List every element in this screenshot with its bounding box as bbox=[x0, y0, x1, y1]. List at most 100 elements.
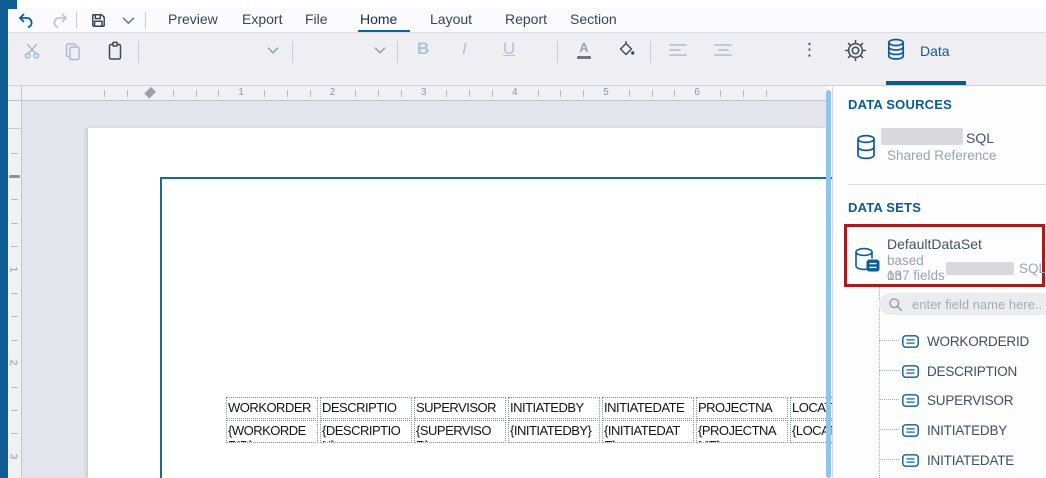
table-data-cell[interactable]: {PROJECTNAME} bbox=[696, 420, 788, 443]
align-left-button[interactable] bbox=[669, 44, 687, 56]
search-input[interactable] bbox=[910, 296, 1044, 313]
redacted-source-name bbox=[881, 128, 963, 145]
tab-home[interactable]: Home bbox=[360, 11, 397, 27]
source-name-suffix: SQL bbox=[966, 130, 994, 146]
align-center-button[interactable] bbox=[714, 44, 732, 56]
fill-color-button[interactable] bbox=[615, 39, 637, 60]
field-label: SUPERVISOR bbox=[927, 393, 1013, 408]
dataset-field-count: 137 fields bbox=[887, 268, 945, 283]
design-canvas[interactable]: WORKORDERID DESCRIPTION SUPERVISOR INITI… bbox=[22, 101, 826, 478]
table-data-cell[interactable]: {SUPERVISOR} bbox=[414, 420, 506, 443]
field-search-box[interactable] bbox=[879, 293, 1046, 315]
font-color-swatch bbox=[577, 56, 591, 60]
bold-button[interactable]: B bbox=[417, 39, 429, 59]
table-header-cell[interactable]: PROJECTNAME bbox=[696, 397, 788, 419]
left-edge-strip bbox=[0, 0, 8, 478]
dataset-name[interactable]: DefaultDataSet bbox=[887, 236, 982, 252]
more-options-button[interactable]: ⋮ bbox=[801, 40, 818, 60]
toolbar-divider bbox=[557, 41, 558, 63]
tab-section[interactable]: Section bbox=[570, 11, 617, 27]
data-sets-header: DATA SETS bbox=[848, 200, 921, 215]
tab-file[interactable]: File bbox=[305, 11, 328, 27]
dataset-icon bbox=[853, 246, 880, 274]
font-family-select[interactable] bbox=[150, 38, 285, 68]
menu-divider bbox=[145, 12, 146, 29]
align-left-icon bbox=[669, 44, 687, 46]
data-panel: DATA SOURCES SQL Shared Reference DATA S… bbox=[832, 86, 1046, 478]
field-icon bbox=[902, 394, 919, 407]
font-size-select[interactable] bbox=[304, 38, 394, 68]
vertical-scrollbar[interactable] bbox=[826, 90, 831, 478]
field-label: WORKORDERID bbox=[927, 334, 1029, 349]
paste-button[interactable] bbox=[105, 40, 125, 61]
paint-bucket-icon bbox=[616, 40, 637, 59]
paste-icon bbox=[106, 41, 124, 61]
settings-button[interactable] bbox=[843, 38, 867, 62]
format-toolbar: B I U A ⋮ bbox=[8, 33, 1046, 86]
tab-layout[interactable]: Layout bbox=[430, 11, 472, 27]
field-item[interactable]: SUPERVISOR bbox=[879, 385, 1046, 415]
save-button[interactable] bbox=[88, 11, 108, 29]
undo-button[interactable] bbox=[15, 12, 35, 29]
copy-button[interactable] bbox=[63, 41, 83, 61]
horizontal-ruler: 123456 bbox=[22, 86, 826, 101]
tab-report[interactable]: Report bbox=[505, 11, 547, 27]
report-designer-app: Preview Export File Home Layout Report S… bbox=[0, 0, 1046, 478]
table-header-cell[interactable]: SUPERVISOR bbox=[414, 397, 506, 419]
left-edge-strip-top bbox=[0, 0, 17, 9]
toolbar-divider bbox=[292, 41, 293, 63]
redo-button[interactable] bbox=[50, 12, 70, 29]
field-label: DESCRIPTION bbox=[927, 364, 1017, 379]
field-item[interactable]: INITIATEDBY bbox=[879, 415, 1046, 445]
toolbar-divider bbox=[650, 41, 651, 63]
align-center-icon bbox=[714, 44, 732, 46]
table-header-cell[interactable]: WORKORDERID bbox=[226, 397, 318, 419]
v-ruler-origin-marker[interactable] bbox=[9, 175, 20, 179]
table-data-cell[interactable]: {INITIATEDATE} bbox=[602, 420, 694, 443]
panel-divider bbox=[848, 184, 1046, 185]
cut-button[interactable] bbox=[22, 41, 42, 61]
save-dropdown-button[interactable] bbox=[120, 16, 136, 26]
italic-button[interactable]: I bbox=[462, 39, 467, 59]
source-subtitle: Shared Reference bbox=[887, 148, 997, 163]
field-item[interactable]: DESCRIPTION bbox=[879, 356, 1046, 386]
scissors-icon bbox=[23, 42, 41, 60]
search-icon bbox=[888, 297, 903, 312]
field-icon bbox=[902, 454, 919, 467]
redacted-dataset-source bbox=[946, 262, 1014, 275]
report-page[interactable]: WORKORDERID DESCRIPTION SUPERVISOR INITI… bbox=[88, 128, 826, 478]
database-icon bbox=[886, 38, 906, 61]
table-header-cell[interactable]: INITIATEDATE bbox=[602, 397, 694, 419]
data-source-item[interactable] bbox=[855, 134, 877, 161]
field-icon bbox=[902, 365, 919, 378]
dataset-item[interactable] bbox=[853, 246, 880, 274]
table-header-cell[interactable]: INITIATEDBY bbox=[508, 397, 600, 419]
field-icon bbox=[902, 424, 919, 437]
vertical-ruler: 123 bbox=[8, 101, 22, 478]
table-header-cell[interactable]: DESCRIPTION bbox=[320, 397, 412, 419]
v-ruler-page-line bbox=[8, 128, 21, 129]
tab-export[interactable]: Export bbox=[242, 11, 282, 27]
toolbar-divider bbox=[138, 41, 139, 63]
data-panel-label[interactable]: Data bbox=[920, 43, 950, 59]
table-data-cell[interactable]: {WORKORDERID} bbox=[226, 420, 318, 443]
undo-icon bbox=[17, 13, 34, 29]
gear-icon bbox=[844, 39, 867, 62]
underline-button[interactable]: U bbox=[503, 39, 515, 59]
tab-preview[interactable]: Preview bbox=[168, 11, 218, 27]
copy-icon bbox=[64, 42, 82, 61]
h-ruler-origin-marker[interactable] bbox=[145, 87, 156, 98]
chevron-down-icon bbox=[122, 17, 135, 25]
table-data-cell[interactable]: {INITIATEDBY} bbox=[508, 420, 600, 443]
save-icon bbox=[90, 12, 107, 29]
table-data-cell[interactable]: {DESCRIPTION} bbox=[320, 420, 412, 443]
field-item[interactable]: WORKORDERID bbox=[879, 326, 1046, 356]
data-panel-button[interactable] bbox=[885, 37, 907, 61]
report-table: WORKORDERID DESCRIPTION SUPERVISOR INITI… bbox=[226, 397, 882, 443]
field-label: INITIATEDBY bbox=[927, 423, 1007, 438]
database-icon bbox=[855, 134, 877, 161]
font-color-button[interactable]: A bbox=[575, 40, 593, 60]
field-item[interactable]: INITIATEDATE bbox=[879, 445, 1046, 475]
redo-icon bbox=[52, 13, 69, 29]
font-color-icon: A bbox=[579, 41, 588, 54]
